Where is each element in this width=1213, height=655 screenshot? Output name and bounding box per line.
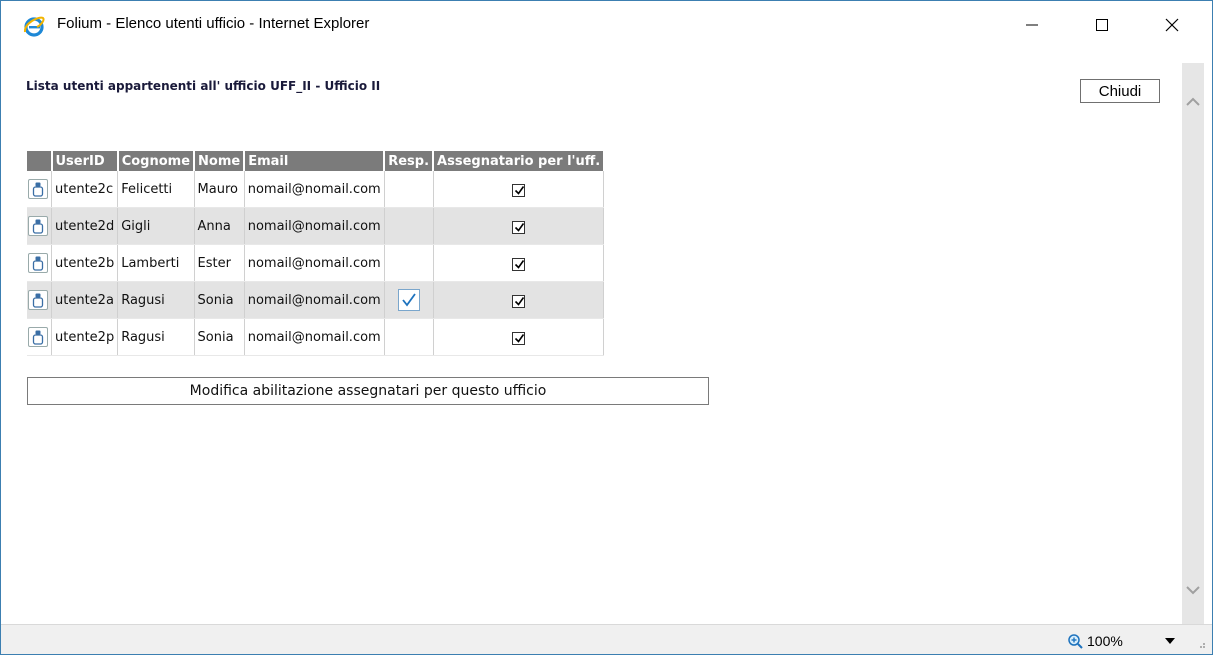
table-row: utente2c Felicetti Mauro nomail@nomail.com bbox=[27, 171, 604, 208]
vertical-scrollbar[interactable] bbox=[1182, 63, 1204, 624]
maximize-icon bbox=[1096, 19, 1108, 31]
user-icon-cell bbox=[27, 318, 52, 356]
table-row: utente2a Ragusi Sonia nomail@nomail.com bbox=[27, 281, 604, 319]
cell-cognome: Felicetti bbox=[117, 171, 195, 208]
page-title: Lista utenti appartenenti all' ufficio U… bbox=[26, 79, 381, 93]
modify-assignees-button[interactable]: Modifica abilitazione assegnatari per qu… bbox=[27, 377, 709, 405]
cell-nome: Ester bbox=[194, 244, 245, 282]
user-icon[interactable] bbox=[28, 290, 48, 310]
table-row: utente2d Gigli Anna nomail@nomail.com bbox=[27, 207, 604, 245]
column-header-assegnatario: Assegnatario per l'uff. bbox=[433, 151, 604, 171]
cell-email: nomail@nomail.com bbox=[244, 281, 385, 319]
assegnatario-checkbox[interactable] bbox=[511, 294, 525, 308]
table-row: utente2p Ragusi Sonia nomail@nomail.com bbox=[27, 318, 604, 356]
cell-resp bbox=[384, 281, 434, 319]
cell-resp bbox=[384, 244, 434, 282]
assegnatario-checkbox[interactable] bbox=[511, 257, 525, 271]
zoom-level: 100% bbox=[1087, 633, 1123, 649]
cell-cognome: Ragusi bbox=[117, 318, 195, 356]
cell-assegnatario bbox=[433, 207, 604, 245]
cell-assegnatario bbox=[433, 318, 604, 356]
cell-userid: utente2a bbox=[51, 281, 119, 319]
cell-resp bbox=[384, 207, 434, 245]
browser-window: Folium - Elenco utenti ufficio - Interne… bbox=[0, 0, 1213, 655]
minimize-button[interactable] bbox=[1009, 1, 1055, 49]
cell-email: nomail@nomail.com bbox=[244, 171, 385, 208]
close-icon bbox=[1165, 18, 1179, 32]
cell-nome: Sonia bbox=[194, 281, 245, 319]
cell-email: nomail@nomail.com bbox=[244, 207, 385, 245]
internet-explorer-icon bbox=[23, 15, 45, 37]
user-icon-cell bbox=[27, 207, 52, 245]
cell-resp bbox=[384, 171, 434, 208]
scroll-up-icon[interactable] bbox=[1186, 97, 1200, 107]
close-button[interactable]: Chiudi bbox=[1080, 79, 1160, 103]
cell-userid: utente2b bbox=[51, 244, 119, 282]
cell-nome: Mauro bbox=[194, 171, 245, 208]
status-bar bbox=[1, 624, 1212, 654]
column-header-resp: Resp. bbox=[384, 151, 435, 171]
cell-cognome: Lamberti bbox=[117, 244, 195, 282]
close-window-button[interactable] bbox=[1149, 1, 1195, 49]
cell-cognome: Ragusi bbox=[117, 281, 195, 319]
user-icon-cell bbox=[27, 171, 52, 208]
user-icon[interactable] bbox=[28, 216, 48, 236]
zoom-in-icon bbox=[1068, 634, 1083, 649]
assegnatario-checkbox[interactable] bbox=[511, 220, 525, 234]
assegnatario-checkbox[interactable] bbox=[511, 331, 525, 345]
column-header-icon bbox=[27, 151, 53, 171]
window-title: Folium - Elenco utenti ufficio - Interne… bbox=[57, 15, 370, 32]
column-header-userid: UserID bbox=[51, 151, 119, 171]
cell-cognome: Gigli bbox=[117, 207, 195, 245]
cell-userid: utente2d bbox=[51, 207, 119, 245]
cell-userid: utente2p bbox=[51, 318, 119, 356]
resize-grip-icon[interactable] bbox=[1196, 639, 1206, 649]
resp-checkbox[interactable] bbox=[397, 288, 420, 311]
column-header-email: Email bbox=[244, 151, 386, 171]
column-header-cognome: Cognome bbox=[117, 151, 196, 171]
table-header-row: UserID Cognome Nome Email Resp. Assegnat… bbox=[27, 151, 604, 171]
user-icon-cell bbox=[27, 281, 52, 319]
assegnatario-checkbox[interactable] bbox=[511, 183, 525, 197]
user-icon[interactable] bbox=[28, 253, 48, 273]
cell-email: nomail@nomail.com bbox=[244, 244, 385, 282]
minimize-icon bbox=[1026, 24, 1038, 26]
cell-nome: Sonia bbox=[194, 318, 245, 356]
chevron-down-icon[interactable] bbox=[1164, 637, 1176, 645]
user-icon[interactable] bbox=[28, 179, 48, 199]
title-bar[interactable]: Folium - Elenco utenti ufficio - Interne… bbox=[1, 1, 1212, 49]
cell-assegnatario bbox=[433, 244, 604, 282]
cell-userid: utente2c bbox=[51, 171, 119, 208]
users-table: UserID Cognome Nome Email Resp. Assegnat… bbox=[27, 151, 604, 356]
cell-resp bbox=[384, 318, 434, 356]
cell-nome: Anna bbox=[194, 207, 245, 245]
cell-assegnatario bbox=[433, 281, 604, 319]
cell-assegnatario bbox=[433, 171, 604, 208]
cell-email: nomail@nomail.com bbox=[244, 318, 385, 356]
table-row: utente2b Lamberti Ester nomail@nomail.com bbox=[27, 244, 604, 282]
user-icon[interactable] bbox=[28, 327, 48, 347]
user-icon-cell bbox=[27, 244, 52, 282]
maximize-button[interactable] bbox=[1079, 1, 1125, 49]
column-header-nome: Nome bbox=[194, 151, 246, 171]
scroll-down-icon[interactable] bbox=[1186, 585, 1200, 595]
zoom-control[interactable]: 100% bbox=[1067, 633, 1123, 649]
